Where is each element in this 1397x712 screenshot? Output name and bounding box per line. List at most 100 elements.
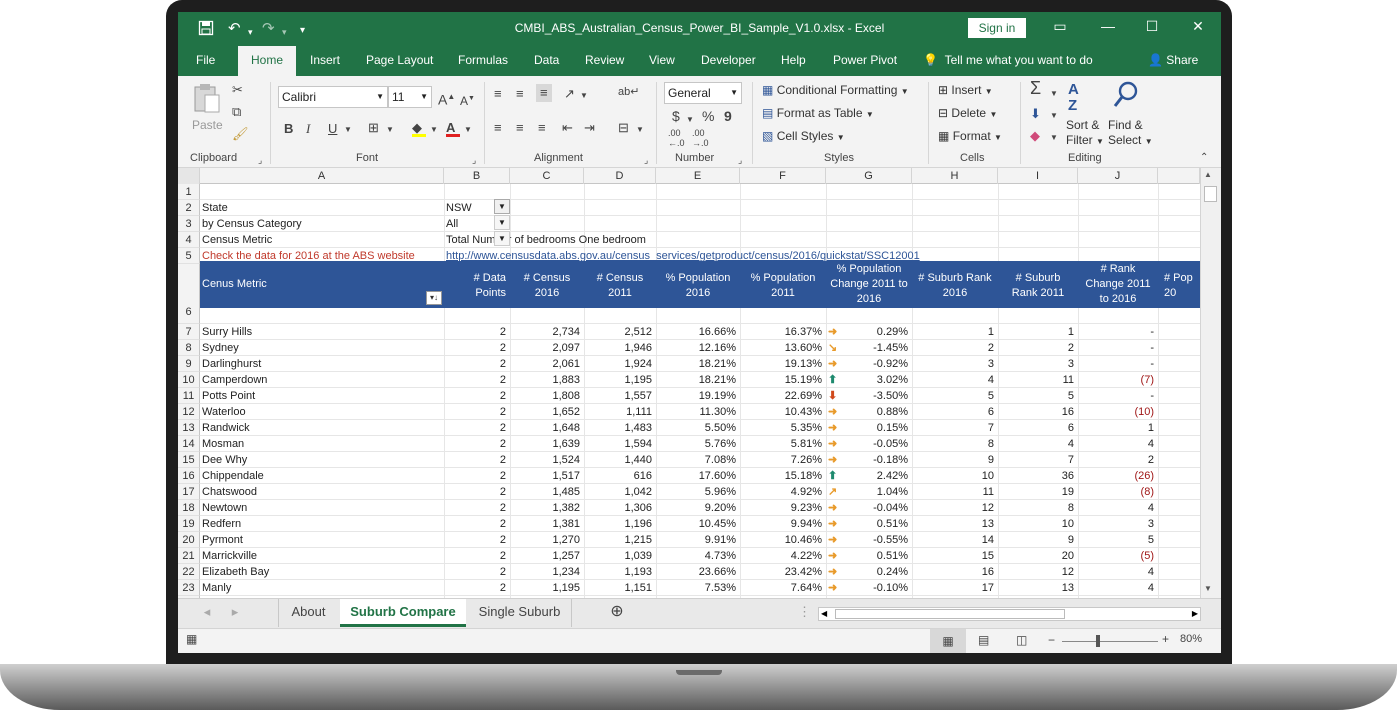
row-header[interactable]: 14 [178, 436, 200, 452]
copy-icon[interactable]: ⧉ [232, 104, 241, 120]
table-cell-chg[interactable]: -0.05% [844, 436, 912, 452]
add-sheet-icon[interactable]: ⊕ [606, 599, 628, 627]
table-cell-r16[interactable]: 15 [912, 548, 998, 564]
decrease-decimal-button[interactable]: .00 →.0 [692, 128, 716, 148]
table-cell-chg[interactable]: 0.51% [844, 516, 912, 532]
font-size-select[interactable]: 11 ▼ [388, 86, 432, 108]
header-census-2011[interactable]: # Census 2011 [584, 271, 656, 301]
alignment-launcher-icon[interactable]: ⌟ [644, 152, 648, 168]
table-cell-r11[interactable]: 7 [998, 452, 1078, 468]
row-header[interactable]: 1 [178, 184, 200, 200]
row-header[interactable]: 6 [178, 264, 200, 324]
table-cell-p16[interactable]: 12.16% [656, 340, 740, 356]
header-pop-2016[interactable]: % Population 2016 [656, 271, 740, 301]
table-cell-c16[interactable]: 2,734 [510, 324, 584, 340]
table-cell-chg[interactable]: -3.50% [844, 388, 912, 404]
font-color-icon[interactable]: A [446, 120, 460, 137]
minimize-icon[interactable]: — [1098, 18, 1118, 34]
table-cell-rchg[interactable]: 4 [1078, 500, 1158, 516]
percent-button[interactable]: % [702, 108, 714, 124]
table-cell-r11[interactable]: 8 [998, 500, 1078, 516]
bottom-align-icon[interactable]: ≡ [536, 84, 552, 102]
table-cell-r11[interactable]: 36 [998, 468, 1078, 484]
page-layout-view-icon[interactable]: ▤ [978, 633, 989, 647]
table-cell-rchg[interactable]: - [1078, 388, 1158, 404]
table-cell-rchg[interactable]: 2 [1078, 452, 1158, 468]
table-cell-p11[interactable]: 9.94% [740, 516, 826, 532]
row-header[interactable]: 12 [178, 404, 200, 420]
metric-value[interactable]: Total Number of bedrooms One bedroom [446, 232, 646, 248]
header-metric[interactable]: Cenus Metric [202, 277, 267, 292]
orientation-dropdown-icon[interactable]: ▼ [580, 88, 588, 104]
table-cell-r11[interactable]: 9 [998, 532, 1078, 548]
row-header[interactable]: 23 [178, 580, 200, 596]
table-cell-chg[interactable]: -0.10% [844, 580, 912, 596]
row-header[interactable]: 2 [178, 200, 200, 216]
table-cell-c11[interactable]: 2,512 [584, 324, 656, 340]
table-cell-chg[interactable]: 0.51% [844, 548, 912, 564]
table-cell-c11[interactable]: 1,195 [584, 372, 656, 388]
table-cell-r16[interactable]: 14 [912, 532, 998, 548]
table-cell-chg[interactable]: -1.45% [844, 340, 912, 356]
row-header[interactable]: 22 [178, 564, 200, 580]
table-cell-suburb[interactable]: Marrickville [202, 548, 442, 564]
table-cell-suburb[interactable]: Darlinghurst [202, 356, 442, 372]
table-cell-rchg[interactable]: - [1078, 356, 1158, 372]
insert-cells-button[interactable]: ⊞ Insert ▼ [938, 83, 993, 97]
find-select-button[interactable]: Find & Select ▼ [1108, 118, 1153, 149]
table-cell-r16[interactable]: 4 [912, 372, 998, 388]
table-cell-r11[interactable]: 16 [998, 404, 1078, 420]
table-cell-rchg[interactable]: (7) [1078, 372, 1158, 388]
scroll-thumb[interactable] [835, 609, 1065, 619]
table-cell-suburb[interactable]: Surry Hills [202, 324, 442, 340]
row-header[interactable]: 11 [178, 388, 200, 404]
table-cell-suburb[interactable]: Sydney [202, 340, 442, 356]
fill-color-dropdown-icon[interactable]: ▼ [430, 122, 438, 138]
vertical-scrollbar[interactable]: ▲ ▼ [1200, 168, 1221, 598]
table-cell-r16[interactable]: 6 [912, 404, 998, 420]
number-launcher-icon[interactable]: ⌟ [738, 152, 742, 168]
table-cell-rchg[interactable]: 4 [1078, 564, 1158, 580]
tab-developer[interactable]: Developer [701, 46, 756, 76]
clear-icon[interactable]: ◆ [1030, 128, 1040, 144]
scroll-down-icon[interactable]: ▼ [1204, 584, 1212, 593]
table-cell-dp[interactable]: 2 [444, 548, 510, 564]
table-cell-p16[interactable]: 4.73% [656, 548, 740, 564]
tell-me-search[interactable]: 💡 Tell me what you want to do [923, 46, 1093, 76]
tab-file[interactable]: File [196, 46, 215, 76]
header-extra[interactable]: # Pop 20 [1164, 271, 1204, 301]
table-cell-r16[interactable]: 17 [912, 580, 998, 596]
table-cell-c16[interactable]: 1,234 [510, 564, 584, 580]
table-cell-r16[interactable]: 11 [912, 484, 998, 500]
table-cell-rchg[interactable]: - [1078, 340, 1158, 356]
table-cell-c11[interactable]: 1,924 [584, 356, 656, 372]
dropdown-icon[interactable]: ▼ [494, 215, 510, 230]
table-cell-dp[interactable]: 2 [444, 484, 510, 500]
state-value[interactable]: NSW [446, 200, 472, 216]
table-cell-c11[interactable]: 1,557 [584, 388, 656, 404]
table-cell-p16[interactable]: 19.19% [656, 388, 740, 404]
row-header[interactable]: 15 [178, 452, 200, 468]
column-header-blank[interactable] [1158, 168, 1200, 184]
table-cell-dp[interactable]: 2 [444, 580, 510, 596]
table-cell-r16[interactable]: 7 [912, 420, 998, 436]
table-cell-suburb[interactable]: Dee Why [202, 452, 442, 468]
zoom-out-icon[interactable]: − [1048, 633, 1055, 647]
table-cell-c16[interactable]: 2,061 [510, 356, 584, 372]
table-cell-p11[interactable]: 7.26% [740, 452, 826, 468]
table-cell-p16[interactable]: 18.21% [656, 356, 740, 372]
row-header[interactable]: 16 [178, 468, 200, 484]
scroll-right-icon[interactable]: ▶ [1192, 608, 1198, 620]
sheet-tab-suburb-compare[interactable]: Suburb Compare [340, 599, 466, 627]
table-cell-dp[interactable]: 2 [444, 532, 510, 548]
table-cell-dp[interactable]: 2 [444, 516, 510, 532]
underline-button[interactable]: U [328, 121, 337, 137]
table-cell-c16[interactable]: 1,648 [510, 420, 584, 436]
table-cell-suburb[interactable]: Manly [202, 580, 442, 596]
table-cell-suburb[interactable]: Potts Point [202, 388, 442, 404]
page-break-view-icon[interactable]: ◫ [1016, 633, 1027, 647]
table-cell-r11[interactable]: 1 [998, 324, 1078, 340]
find-icon[interactable] [1112, 80, 1140, 114]
tab-splitter-icon[interactable]: ⋮ [798, 599, 811, 627]
table-cell-c16[interactable]: 1,639 [510, 436, 584, 452]
